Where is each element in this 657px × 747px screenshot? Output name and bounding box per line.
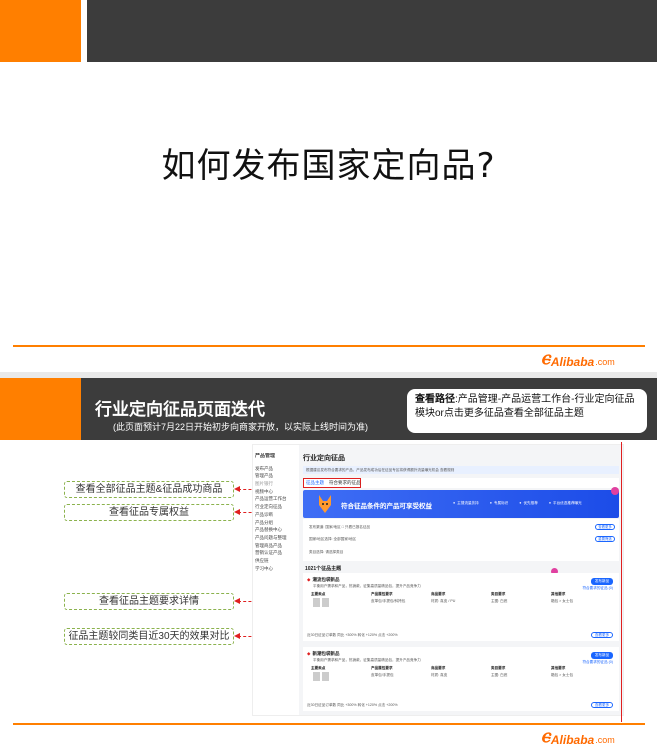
view-more-button[interactable]: 查看更多 bbox=[591, 702, 613, 708]
sidebar-header: 产品管理 bbox=[255, 453, 276, 459]
embedded-screenshot: 产品管理 发布产品 管理产品 图片银行 视频中心 产品运营工作台 行业定向征品 … bbox=[252, 444, 624, 716]
theme-card: 新潮包袋新品 平衡用户需求和产品，热销款，征集高质量精品包，提升产品竞争力 发布… bbox=[303, 647, 619, 711]
benefits-banner: 符合征品条件的产品可享受权益 主搜流量扶持 专属标识 优先推荐 平台优选推荐曝光 bbox=[303, 490, 619, 518]
tab-themes[interactable]: 征品主题 bbox=[306, 480, 324, 486]
slide-subtitle: (此页面预计7月22日开始初步向商家开放，以实际上线时间为准) bbox=[113, 422, 369, 432]
callout-all-themes: 查看全部征品主题&征品成功商品 bbox=[64, 481, 234, 498]
slide-title: 行业定向征品页面迭代 bbox=[95, 400, 265, 419]
header-accent-block bbox=[0, 0, 81, 62]
alibaba-logo-icon: ⲉ bbox=[541, 725, 550, 747]
banner-title: 符合征品条件的产品可享受权益 bbox=[341, 503, 432, 510]
publish-button[interactable]: 发布新品 bbox=[591, 652, 613, 659]
more-button[interactable]: 查看更多 bbox=[595, 524, 615, 530]
tab-qualified[interactable]: 符合要求的征品 bbox=[329, 480, 361, 486]
tab-bar: 征品主题 符合要求的征品 bbox=[303, 478, 619, 488]
slide-2: 行业定向征品页面迭代 (此页面预计7月22日开始初步向商家开放，以实际上线时间为… bbox=[0, 378, 657, 747]
alibaba-logo: ⲉ Alibaba .com bbox=[541, 347, 615, 369]
slide-1: 如何发布国家定向品? ⲉ Alibaba .com bbox=[0, 0, 657, 372]
sidebar-item-ops-workbench[interactable]: 产品运营工作台 bbox=[255, 495, 295, 503]
filter-category[interactable]: 类目选择: 请选择类目 bbox=[309, 550, 343, 555]
footer-divider bbox=[13, 723, 645, 725]
notice-bar: 根据建议发布符合要求的产品，产品发布成功后在征品专区将获得额外流量曝光机会 查看… bbox=[303, 466, 619, 474]
theme-count: 1021个征品主题 bbox=[305, 566, 342, 572]
card-metrics: 近30日征品订单数 同比 +300% 转化 +120% 点击 +200% 查看更… bbox=[307, 702, 613, 708]
sidebar-item-video[interactable]: 视频中心 bbox=[255, 488, 295, 496]
sidebar-item-replace[interactable]: 产品替换中心 bbox=[255, 526, 295, 534]
sidebar-item-manage[interactable]: 管理产品 bbox=[255, 472, 295, 480]
view-more-button[interactable]: 查看更多 bbox=[591, 632, 613, 638]
marker-dot bbox=[611, 487, 619, 495]
slide-title: 如何发布国家定向品? bbox=[161, 146, 496, 186]
page-title: 行业定向征品 bbox=[303, 455, 345, 462]
sidebar-item-certified[interactable]: 营销认证产品 bbox=[255, 549, 295, 557]
alibaba-logo: ⲉ Alibaba .com bbox=[541, 725, 615, 747]
theme-card: 潮流包袋新品 平衡用户需求和产品，热销款，征集高质量精品包，提升产品竞争力 发布… bbox=[303, 573, 619, 641]
filter-country[interactable]: 国家/地区选择: 全部国家/地区 bbox=[309, 537, 356, 542]
benefit-item: 优先推荐 bbox=[519, 501, 537, 506]
sidebar-item-images[interactable]: 图片银行 bbox=[255, 480, 295, 488]
sidebar-item-supply[interactable]: 供应链 bbox=[255, 557, 295, 565]
header-accent-block bbox=[0, 378, 81, 440]
qualified-link[interactable]: 符合要求的征品 (0) bbox=[582, 660, 613, 665]
sidebar-item-manage-goods[interactable]: 管理商品产品 bbox=[255, 542, 295, 550]
card-desc: 平衡用户需求和产品，热销款，征集高质量精品包，提升产品竞争力 bbox=[313, 658, 421, 662]
card-title: 新潮包袋新品 bbox=[307, 651, 339, 657]
card-title: 潮流包袋新品 bbox=[307, 577, 339, 583]
qualified-link[interactable]: 符合要求的征品 (0) bbox=[582, 586, 613, 591]
header-bar bbox=[87, 0, 657, 62]
main-panel: 行业定向征品 根据建议发布符合要求的产品，产品发布成功后在征品专区将获得额外流量… bbox=[299, 445, 623, 715]
card-requirements: 主要卖点 产品属性要求 皮革包/手提包/斜挎包 商品要求 材质: 真皮 / PU 类… bbox=[311, 592, 574, 603]
banner-benefit-list: 主搜流量扶持 专属标识 优先推荐 平台优选推荐曝光 bbox=[453, 501, 582, 506]
sidebar-item-issues[interactable]: 产品问题与整理 bbox=[255, 534, 295, 542]
filter-channel[interactable]: 发布渠道: 国家/地区 □ 只看已报名征品 bbox=[309, 525, 370, 530]
callout-effect-compare: 征品主题较同类目近30天的效果对比 bbox=[64, 628, 234, 645]
red-edge-line bbox=[621, 442, 622, 722]
reset-button[interactable]: 重置筛选 bbox=[595, 536, 615, 542]
benefit-item: 平台优选推荐曝光 bbox=[549, 501, 582, 506]
filter-panel: 发布渠道: 国家/地区 □ 只看已报名征品 国家/地区选择: 全部国家/地区 类… bbox=[303, 519, 619, 561]
footer-divider bbox=[13, 345, 645, 347]
sidebar-item-groups[interactable]: 产品分组 bbox=[255, 519, 295, 527]
sidebar-item-diagnosis[interactable]: 产品诊断 bbox=[255, 511, 295, 519]
product-thumbnails bbox=[313, 598, 329, 607]
card-metrics: 近30日征品订单数 同比 +300% 转化 +120% 点击 +200% 查看更… bbox=[307, 632, 613, 638]
view-path-box: 查看路径:产品管理-产品运营工作台-行业定向征品模块or点击更多征品查看全部征品… bbox=[407, 389, 647, 433]
callout-theme-details: 查看征品主题要求详情 bbox=[64, 593, 234, 610]
publish-button[interactable]: 发布新品 bbox=[591, 578, 613, 585]
path-label: 查看路径 bbox=[415, 394, 455, 405]
card-requirements: 主要卖点 产品属性要求 皮革包/手提包 商品要求 材质: 真皮 类目要求 主图: 白底… bbox=[311, 666, 574, 677]
alibaba-logo-icon: ⲉ bbox=[541, 347, 550, 369]
callout-benefits: 查看征品专属权益 bbox=[64, 504, 234, 521]
benefit-item: 主搜流量扶持 bbox=[453, 501, 479, 506]
fox-mascot-icon bbox=[319, 495, 331, 513]
sidebar-item-targeted[interactable]: 行业定向征品 bbox=[255, 503, 295, 511]
sidebar-item-publish[interactable]: 发布产品 bbox=[255, 465, 295, 473]
sidebar-item-learn[interactable]: 学习中心 bbox=[255, 565, 295, 573]
benefit-item: 专属标识 bbox=[490, 501, 508, 506]
product-sidebar: 产品管理 发布产品 管理产品 图片银行 视频中心 产品运营工作台 行业定向征品 … bbox=[253, 445, 295, 715]
product-thumbnails bbox=[313, 672, 329, 681]
card-desc: 平衡用户需求和产品，热销款，征集高质量精品包，提升产品竞争力 bbox=[313, 584, 421, 588]
